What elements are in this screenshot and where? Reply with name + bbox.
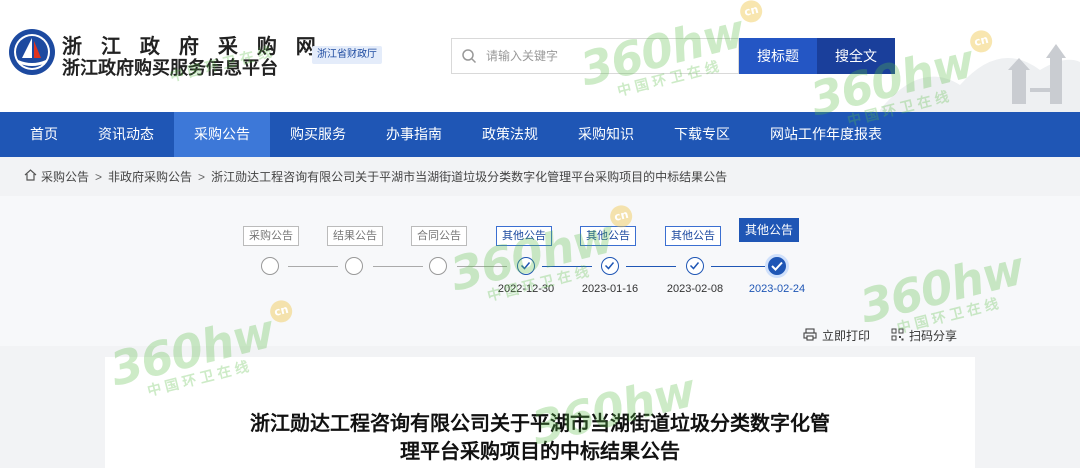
nav-item-guide[interactable]: 办事指南	[366, 112, 462, 157]
print-label: 立即打印	[822, 329, 871, 343]
check-icon[interactable]	[517, 257, 535, 275]
main-nav: 首页 资讯动态 采购公告 购买服务 办事指南 政策法规 采购知识 下载专区 网站…	[0, 112, 1080, 157]
nav-item-news[interactable]: 资讯动态	[78, 112, 174, 157]
document-title-line: 理平台采购项目的中标结果公告	[400, 439, 680, 463]
printer-icon	[803, 327, 817, 344]
site-header: 浙 江 政 府 采 购 网 浙江政府购买服务信息平台 浙江省财政厅 搜标题 搜全…	[0, 0, 1080, 112]
document-title: 浙江勋达工程咨询有限公司关于平湖市当湖街道垃圾分类数字化管 理平台采购项目的中标…	[105, 409, 975, 465]
landmark-illustration	[880, 44, 1080, 112]
nav-item-purchase-services[interactable]: 购买服务	[270, 112, 366, 157]
timeline-connector	[457, 266, 507, 267]
breadcrumb-current: 浙江勋达工程咨询有限公司关于平湖市当湖街道垃圾分类数字化管理平台采购项目的中标结…	[211, 170, 728, 184]
timeline-node	[345, 257, 363, 275]
breadcrumb: 采购公告 > 非政府采购公告 > 浙江勋达工程咨询有限公司关于平湖市当湖街道垃圾…	[24, 168, 727, 185]
check-icon[interactable]	[601, 257, 619, 275]
share-button[interactable]: 扫码分享	[891, 327, 957, 344]
breadcrumb-item[interactable]: 非政府采购公告	[108, 168, 192, 185]
breadcrumb-item[interactable]: 采购公告	[41, 168, 89, 185]
nav-item-annual-report[interactable]: 网站工作年度报表	[750, 112, 902, 157]
breadcrumb-separator: >	[95, 169, 103, 184]
nav-item-downloads[interactable]: 下载专区	[654, 112, 750, 157]
check-icon[interactable]	[686, 257, 704, 275]
nav-item-knowledge[interactable]: 采购知识	[558, 112, 654, 157]
search-box	[451, 38, 739, 74]
timeline-connector	[288, 266, 338, 267]
timeline-connector	[626, 266, 676, 267]
dept-badge: 浙江省财政厅	[312, 46, 382, 64]
share-label: 扫码分享	[909, 329, 958, 343]
search-title-button[interactable]: 搜标题	[739, 38, 817, 74]
timeline-step-tag[interactable]: 其他公告	[665, 226, 721, 246]
timeline-date: 2023-01-16	[581, 283, 639, 295]
site-logo[interactable]	[8, 28, 56, 76]
timeline-connector	[711, 266, 765, 267]
breadcrumb-separator: >	[198, 169, 206, 184]
timeline-step-tag[interactable]: 其他公告	[580, 226, 636, 246]
timeline-date-current: 2023-02-24	[748, 283, 806, 295]
notice-timeline: 采购公告 结果公告 合同公告 其他公告 其他公告 其他公告 其他公告 2022-…	[0, 196, 1080, 346]
nav-item-policy[interactable]: 政策法规	[462, 112, 558, 157]
timeline-connector	[373, 266, 423, 267]
timeline-step-tag[interactable]: 采购公告	[243, 226, 299, 246]
nav-item-home[interactable]: 首页	[10, 112, 78, 157]
timeline-step-tag[interactable]: 其他公告	[496, 226, 552, 246]
timeline-node	[261, 257, 279, 275]
timeline-date: 2022-12-30	[497, 283, 555, 295]
print-button[interactable]: 立即打印	[803, 327, 870, 344]
timeline-step-tag-current[interactable]: 其他公告	[739, 218, 800, 242]
timeline-step-tag[interactable]: 合同公告	[411, 226, 467, 246]
site-subtitle: 浙江政府购买服务信息平台	[62, 58, 278, 79]
timeline-step-tag[interactable]: 结果公告	[327, 226, 383, 246]
timeline-connector	[542, 266, 592, 267]
timeline-date: 2023-02-08	[666, 283, 724, 295]
qr-code-icon	[891, 328, 904, 344]
home-icon[interactable]	[24, 169, 37, 184]
document-card: 浙江勋达工程咨询有限公司关于平湖市当湖街道垃圾分类数字化管 理平台采购项目的中标…	[105, 357, 975, 468]
timeline-node	[429, 257, 447, 275]
check-icon[interactable]	[765, 254, 789, 278]
document-title-line: 浙江勋达工程咨询有限公司关于平湖市当湖街道垃圾分类数字化管	[250, 411, 830, 435]
search-icon	[452, 39, 486, 73]
nav-item-procurement-notices[interactable]: 采购公告	[174, 112, 270, 157]
search-input[interactable]	[486, 49, 726, 63]
